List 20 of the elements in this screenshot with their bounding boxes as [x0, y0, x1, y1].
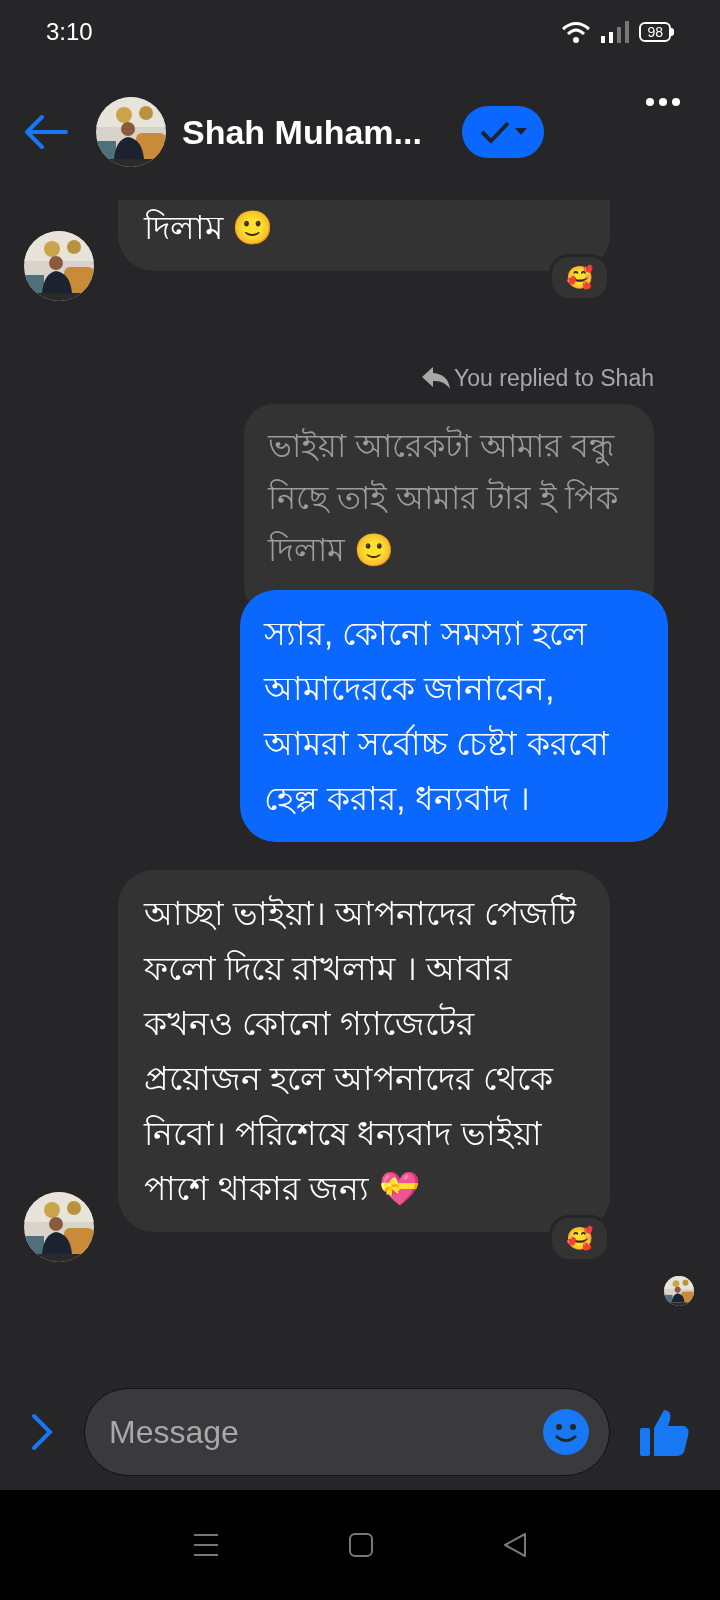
battery-icon: 98 — [639, 22, 674, 42]
home-icon[interactable] — [349, 1533, 373, 1557]
status-time: 3:10 — [46, 17, 93, 47]
contact-name[interactable]: Shah Muham... — [182, 106, 422, 158]
message-field[interactable]: Message — [109, 1408, 543, 1456]
like-button[interactable] — [640, 1408, 690, 1456]
signal-icon — [601, 21, 630, 43]
status-button[interactable] — [461, 106, 544, 158]
message-bar[interactable]: Message — [84, 1388, 610, 1476]
check-icon — [478, 120, 511, 144]
wifi-icon — [561, 21, 592, 43]
message-bubble: স্যার, কোনো সমস্যা হলে আমাদেরকে জানাবেন, আমরা সর্বোচ্চ চেষ্টা করবো হেল্প করার, ধন্যবাদ । — [240, 589, 668, 842]
more-button[interactable] — [646, 98, 680, 106]
reply-label: You replied to Shah — [454, 364, 654, 393]
caret-icon — [514, 128, 527, 136]
expand-button[interactable] — [30, 1412, 54, 1452]
back-icon[interactable] — [503, 1532, 527, 1558]
emoji-icon[interactable] — [543, 1409, 589, 1455]
menu-icon[interactable] — [193, 1532, 219, 1558]
reply-icon — [422, 367, 451, 390]
